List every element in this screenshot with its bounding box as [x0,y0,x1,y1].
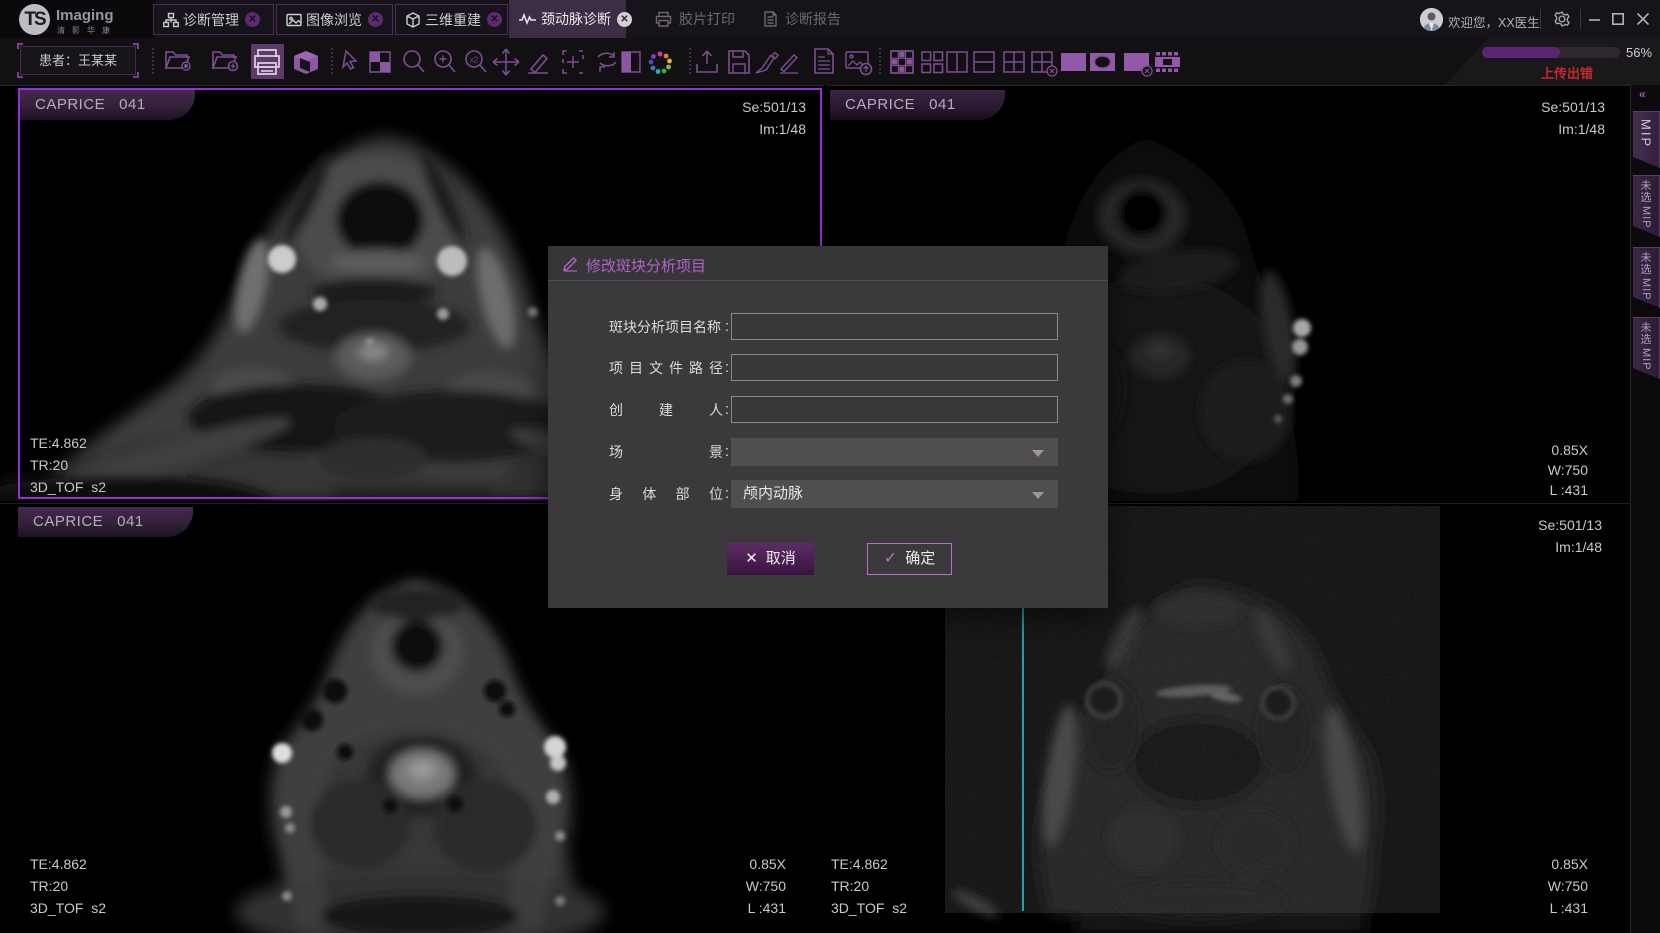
svg-text:x2: x2 [470,56,479,65]
